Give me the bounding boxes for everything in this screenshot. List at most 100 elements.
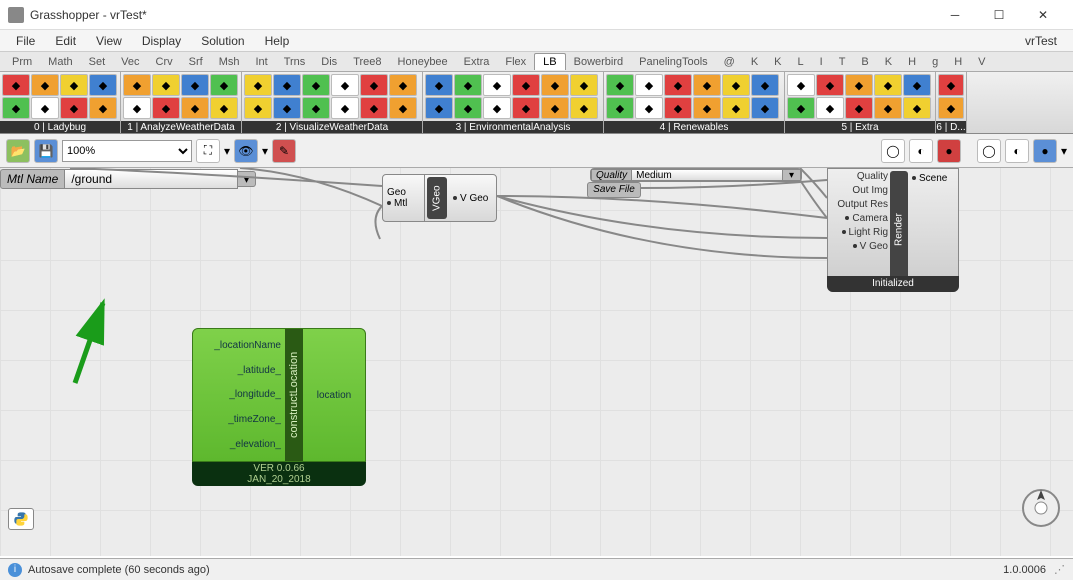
ribbon-tool-icon[interactable]: ◆ (31, 74, 59, 96)
zoom-dropdown[interactable]: 100% (62, 140, 192, 162)
tab-prm[interactable]: Prm (4, 54, 40, 70)
location-input-tz[interactable]: _timeZone_ (197, 414, 281, 425)
tab-h[interactable]: H (900, 54, 924, 70)
tab-lb[interactable]: LB (534, 53, 565, 70)
construct-location-node[interactable]: _locationName _latitude_ _longitude_ _ti… (192, 328, 366, 492)
compass-icon[interactable] (1019, 486, 1063, 530)
close-button[interactable]: ✕ (1021, 1, 1065, 29)
ribbon-tool-icon[interactable]: ◆ (454, 74, 482, 96)
tab-@[interactable]: @ (716, 54, 743, 70)
ribbon-tool-icon[interactable]: ◆ (31, 97, 59, 119)
menu-help[interactable]: Help (255, 32, 300, 50)
location-output[interactable]: location (303, 329, 365, 461)
quality-panel[interactable]: Quality Medium ▾ (590, 168, 802, 182)
ribbon-tool-icon[interactable]: ◆ (152, 74, 180, 96)
tab-crv[interactable]: Crv (148, 54, 181, 70)
location-input-lat[interactable]: _latitude_ (197, 365, 281, 376)
ribbon-tool-icon[interactable]: ◆ (664, 74, 692, 96)
tab-dis[interactable]: Dis (313, 54, 345, 70)
render-input-vgeo[interactable]: V Geo (830, 241, 888, 252)
menu-solution[interactable]: Solution (191, 32, 254, 50)
ribbon-tool-icon[interactable]: ◆ (751, 97, 779, 119)
tab-trns[interactable]: Trns (276, 54, 314, 70)
ribbon-tool-icon[interactable]: ◆ (360, 74, 388, 96)
wire-icon[interactable]: ◯ (881, 139, 905, 163)
ribbon-tool-icon[interactable]: ◆ (360, 97, 388, 119)
ribbon-tool-icon[interactable]: ◆ (89, 74, 117, 96)
vgeo-node[interactable]: Geo Mtl VGeo V Geo (382, 174, 497, 222)
ribbon-tool-icon[interactable]: ◆ (123, 97, 151, 119)
render-output[interactable]: Scene (908, 169, 958, 291)
ribbon-tool-icon[interactable]: ◆ (693, 74, 721, 96)
tab-vec[interactable]: Vec (113, 54, 147, 70)
zoom-extents-icon[interactable]: ⛶ (196, 139, 220, 163)
ribbon-tool-icon[interactable]: ◆ (244, 97, 272, 119)
ribbon-tool-icon[interactable]: ◆ (751, 74, 779, 96)
tab-v[interactable]: V (970, 54, 993, 70)
ribbon-tool-icon[interactable]: ◆ (2, 97, 30, 119)
ribbon-tool-icon[interactable]: ◆ (454, 97, 482, 119)
render-input-outputres[interactable]: Output Res (830, 199, 888, 210)
location-input-elev[interactable]: _elevation_ (197, 439, 281, 450)
ribbon-tool-icon[interactable]: ◆ (845, 74, 873, 96)
ribbon-tool-icon[interactable]: ◆ (389, 74, 417, 96)
ribbon-tool-icon[interactable]: ◆ (722, 97, 750, 119)
ribbon-tool-icon[interactable]: ◆ (570, 74, 598, 96)
tab-g[interactable]: g (924, 54, 946, 70)
ribbon-tool-icon[interactable]: ◆ (903, 97, 931, 119)
ribbon-tool-icon[interactable]: ◆ (541, 74, 569, 96)
tab-k[interactable]: K (877, 54, 900, 70)
render-node[interactable]: Quality Out Img Output Res Camera Light … (827, 168, 959, 292)
ribbon-tool-icon[interactable]: ◆ (60, 74, 88, 96)
quality-dropdown-icon[interactable]: ▾ (783, 169, 801, 181)
ribbon-tool-icon[interactable]: ◆ (273, 74, 301, 96)
mtlname-value[interactable]: /ground (65, 169, 238, 189)
open-icon[interactable]: 📂 (6, 139, 30, 163)
tab-math[interactable]: Math (40, 54, 80, 70)
ribbon-tool-icon[interactable]: ◆ (606, 74, 634, 96)
minimize-button[interactable]: ─ (933, 1, 977, 29)
menu-display[interactable]: Display (132, 32, 191, 50)
ribbon-tool-icon[interactable]: ◆ (541, 97, 569, 119)
ribbon-tool-icon[interactable]: ◆ (123, 74, 151, 96)
render-input-lightrig[interactable]: Light Rig (830, 227, 888, 238)
ribbon-tool-icon[interactable]: ◆ (273, 97, 301, 119)
ribbon-tool-icon[interactable]: ◆ (60, 97, 88, 119)
ribbon-tool-icon[interactable]: ◆ (816, 74, 844, 96)
sketch-icon[interactable]: ✎ (272, 139, 296, 163)
tab-extra[interactable]: Extra (456, 54, 498, 70)
tab-set[interactable]: Set (81, 54, 114, 70)
ribbon-tool-icon[interactable]: ◆ (664, 97, 692, 119)
render-input-camera[interactable]: Camera (830, 213, 888, 224)
eye-icon[interactable]: 👁 (234, 139, 258, 163)
ribbon-tool-icon[interactable]: ◆ (210, 97, 238, 119)
ribbon-tool-icon[interactable]: ◆ (845, 97, 873, 119)
tab-msh[interactable]: Msh (211, 54, 248, 70)
ribbon-tool-icon[interactable]: ◆ (302, 74, 330, 96)
tab-h[interactable]: H (946, 54, 970, 70)
tab-k[interactable]: K (743, 54, 766, 70)
maximize-button[interactable]: ☐ (977, 1, 1021, 29)
location-input-lon[interactable]: _longitude_ (197, 389, 281, 400)
shade2-icon[interactable]: ◐ (1005, 139, 1029, 163)
ribbon-tool-icon[interactable]: ◆ (635, 97, 663, 119)
savefile-toggle[interactable]: Save File (587, 182, 641, 198)
ribbon-tool-icon[interactable]: ◆ (483, 97, 511, 119)
ribbon-tool-icon[interactable]: ◆ (302, 97, 330, 119)
tab-tree8[interactable]: Tree8 (345, 54, 389, 70)
ribbon-tool-icon[interactable]: ◆ (512, 97, 540, 119)
ribbon-tool-icon[interactable]: ◆ (816, 97, 844, 119)
ribbon-tool-icon[interactable]: ◆ (181, 97, 209, 119)
tab-l[interactable]: L (790, 54, 812, 70)
tab-srf[interactable]: Srf (181, 54, 211, 70)
tab-b[interactable]: B (853, 54, 876, 70)
quality-value[interactable]: Medium (632, 169, 783, 181)
ribbon-tool-icon[interactable]: ◆ (210, 74, 238, 96)
ribbon-tool-icon[interactable]: ◆ (181, 74, 209, 96)
resize-grip-icon[interactable]: ⋰ (1054, 563, 1065, 576)
ribbon-tool-icon[interactable]: ◆ (570, 97, 598, 119)
ribbon-tool-icon[interactable]: ◆ (152, 97, 180, 119)
tab-honeybee[interactable]: Honeybee (390, 54, 456, 70)
ribbon-tool-icon[interactable]: ◆ (635, 74, 663, 96)
render-input-quality[interactable]: Quality (830, 171, 888, 182)
